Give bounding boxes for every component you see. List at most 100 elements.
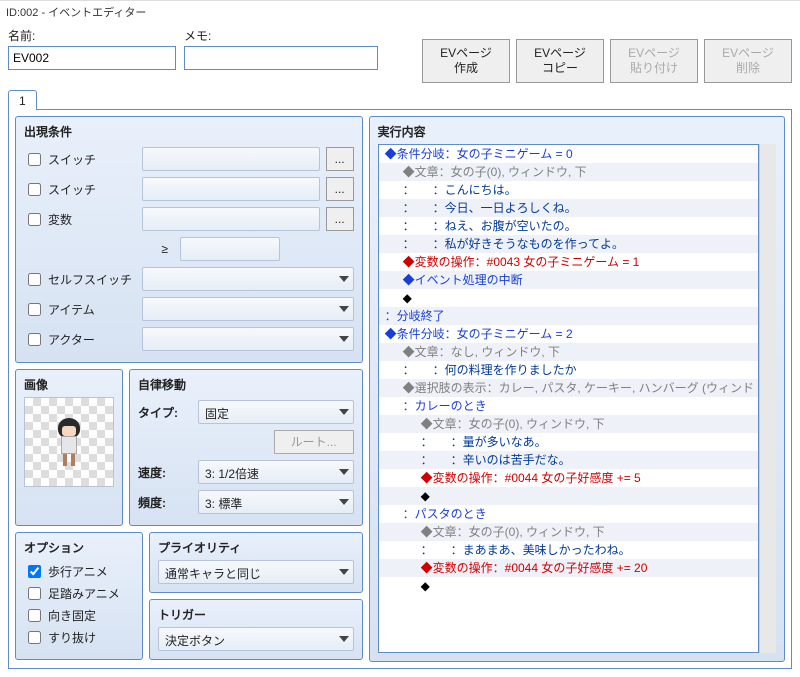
- priority-select[interactable]: 通常キャラと同じ: [158, 560, 354, 584]
- priority-title: プライオリティ: [158, 539, 354, 556]
- cond-switch1[interactable]: スイッチ: [24, 150, 136, 169]
- cond-variable-ge-label: ≥: [24, 242, 174, 256]
- ev-page-paste-button: EVページ 貼り付け: [610, 39, 698, 83]
- cond-self-switch-checkbox[interactable]: [28, 273, 41, 286]
- cond-variable-browse[interactable]: ...: [326, 207, 354, 231]
- command-line[interactable]: ◆条件分岐：女の子ミニゲーム = 0: [379, 145, 758, 163]
- event-command-list[interactable]: ◆条件分岐：女の子ミニゲーム = 0◆文章：女の子(0), ウィンドウ, 下： …: [378, 144, 759, 653]
- memo-label: メモ:: [184, 27, 378, 44]
- autonomous-movement-group: 自律移動 タイプ: 固定 ルート... 速度: 3: 1/2倍速: [129, 369, 363, 526]
- move-freq-select[interactable]: 3: 標準: [198, 490, 354, 514]
- cond-switch1-browse[interactable]: ...: [326, 147, 354, 171]
- btn-line2: 貼り付け: [630, 61, 678, 76]
- btn-line1: EVページ: [534, 46, 586, 61]
- tab-page-1[interactable]: 1: [8, 90, 37, 110]
- chevron-down-icon: [339, 569, 349, 575]
- command-line[interactable]: ◆文章：女の子(0), ウィンドウ, 下: [379, 523, 758, 541]
- command-line[interactable]: ： ：辛いのは苦手だな。: [379, 451, 758, 469]
- move-speed-value: 3: 1/2倍速: [199, 461, 353, 482]
- command-line[interactable]: ： ：私が好きそうなものを作ってよ。: [379, 235, 758, 253]
- command-line[interactable]: ◆変数の操作：#0043 女の子ミニゲーム = 1: [379, 253, 758, 271]
- options-group: オプション 歩行アニメ 足踏みアニメ 向き固定: [15, 532, 143, 660]
- cond-actor-checkbox[interactable]: [28, 333, 41, 346]
- window-title: ID:002 - イベントエディター: [0, 0, 800, 23]
- cond-variable-label: 変数: [48, 211, 72, 228]
- ev-page-create-button[interactable]: EVページ 作成: [422, 39, 510, 83]
- cond-actor[interactable]: アクター: [24, 330, 136, 349]
- name-input[interactable]: [8, 46, 176, 70]
- cond-self-switch[interactable]: セルフスイッチ: [24, 270, 136, 289]
- cond-variable-field[interactable]: [142, 207, 320, 231]
- command-line[interactable]: ◆選択肢の表示：カレー, パスタ, ケーキー, ハンバーグ (ウィンド: [379, 379, 758, 397]
- route-button: ルート...: [274, 430, 354, 454]
- cond-actor-select[interactable]: [142, 327, 354, 351]
- move-freq-label: 頻度:: [138, 494, 192, 511]
- chevron-down-icon: [339, 336, 349, 342]
- command-line[interactable]: ◆条件分岐：女の子ミニゲーム = 2: [379, 325, 758, 343]
- chevron-down-icon: [339, 469, 349, 475]
- command-line[interactable]: ： ：量が多いなあ。: [379, 433, 758, 451]
- command-line[interactable]: ：分岐終了: [379, 307, 758, 325]
- priority-group: プライオリティ 通常キャラと同じ: [149, 532, 363, 593]
- move-type-select[interactable]: 固定: [198, 400, 354, 424]
- scrollbar[interactable]: [759, 144, 776, 653]
- ev-page-copy-button[interactable]: EVページ コピー: [516, 39, 604, 83]
- command-line[interactable]: ◆変数の操作：#0044 女の子好感度 += 5: [379, 469, 758, 487]
- move-type-label: タイプ:: [138, 404, 192, 421]
- contents-title: 実行内容: [378, 123, 776, 140]
- cond-variable-checkbox[interactable]: [28, 213, 41, 226]
- priority-value: 通常キャラと同じ: [159, 561, 353, 582]
- options-title: オプション: [24, 539, 134, 556]
- cond-item-select[interactable]: [142, 297, 354, 321]
- cond-switch1-field[interactable]: [142, 147, 320, 171]
- cond-self-switch-label: セルフスイッチ: [48, 271, 132, 288]
- command-line[interactable]: ： ：今日、一日よろしくね。: [379, 199, 758, 217]
- chevron-down-icon: [339, 499, 349, 505]
- cond-variable[interactable]: 変数: [24, 210, 136, 229]
- command-line[interactable]: ： ：こんにちは。: [379, 181, 758, 199]
- cond-switch2-browse[interactable]: ...: [326, 177, 354, 201]
- command-line[interactable]: ： ：まあまあ、美味しかったわね。: [379, 541, 758, 559]
- command-line[interactable]: ◆: [379, 487, 758, 505]
- opt-walk-anime[interactable]: 歩行アニメ: [24, 560, 134, 582]
- cond-item-checkbox[interactable]: [28, 303, 41, 316]
- conditions-title: 出現条件: [24, 123, 354, 140]
- command-line[interactable]: ◆イベント処理の中断: [379, 271, 758, 289]
- cond-switch2-checkbox[interactable]: [28, 183, 41, 196]
- command-line[interactable]: ◆文章：女の子(0), ウィンドウ, 下: [379, 163, 758, 181]
- opt-through-label: すり抜け: [48, 629, 96, 646]
- btn-line2: 削除: [736, 61, 760, 76]
- command-line[interactable]: ：パスタのとき: [379, 505, 758, 523]
- opt-walk-anime-checkbox[interactable]: [28, 565, 41, 578]
- opt-through[interactable]: すり抜け: [24, 626, 134, 648]
- opt-walk-anime-label: 歩行アニメ: [48, 563, 108, 580]
- opt-dir-fix[interactable]: 向き固定: [24, 604, 134, 626]
- cond-variable-value-spinner[interactable]: [180, 237, 280, 261]
- btn-line2: コピー: [542, 61, 578, 76]
- image-group: 画像: [15, 369, 123, 526]
- cond-switch2-field[interactable]: [142, 177, 320, 201]
- command-line[interactable]: ： ：何の料理を作りましたか: [379, 361, 758, 379]
- move-type-value: 固定: [199, 401, 353, 422]
- trigger-select[interactable]: 決定ボタン: [158, 627, 354, 651]
- command-line[interactable]: ◆変数の操作：#0044 女の子好感度 += 20: [379, 559, 758, 577]
- command-line[interactable]: ◆文章：なし, ウィンドウ, 下: [379, 343, 758, 361]
- move-speed-select[interactable]: 3: 1/2倍速: [198, 460, 354, 484]
- opt-dir-fix-checkbox[interactable]: [28, 609, 41, 622]
- command-line[interactable]: ◆: [379, 577, 758, 595]
- cond-switch2[interactable]: スイッチ: [24, 180, 136, 199]
- memo-input[interactable]: [184, 46, 378, 70]
- cond-item[interactable]: アイテム: [24, 300, 136, 319]
- opt-step-anime[interactable]: 足踏みアニメ: [24, 582, 134, 604]
- conditions-group: 出現条件 スイッチ ... スイッチ ...: [15, 116, 363, 363]
- command-line[interactable]: ： ：ねえ、お腹が空いたの。: [379, 217, 758, 235]
- btn-line1: EVページ: [722, 46, 774, 61]
- command-line[interactable]: ：カレーのとき: [379, 397, 758, 415]
- command-line[interactable]: ◆: [379, 289, 758, 307]
- chevron-down-icon: [339, 306, 349, 312]
- character-image-picker[interactable]: [24, 397, 114, 487]
- command-line[interactable]: ◆文章：女の子(0), ウィンドウ, 下: [379, 415, 758, 433]
- opt-step-anime-checkbox[interactable]: [28, 587, 41, 600]
- cond-self-switch-select[interactable]: [142, 267, 354, 291]
- cond-switch1-checkbox[interactable]: [28, 153, 41, 166]
